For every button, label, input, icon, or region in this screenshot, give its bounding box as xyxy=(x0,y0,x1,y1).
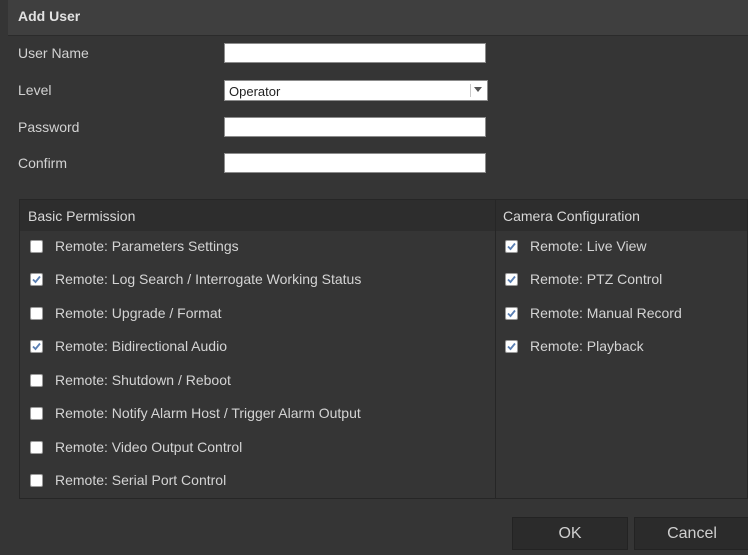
permission-header: Basic Permission Camera Configuration xyxy=(20,200,747,231)
permission-label: Remote: Notify Alarm Host / Trigger Alar… xyxy=(55,405,361,421)
checkmark-icon xyxy=(507,242,516,251)
cancel-button[interactable]: Cancel xyxy=(634,517,748,550)
permission-panel: Basic Permission Camera Configuration Re… xyxy=(19,199,748,499)
dialog-title-bar: Add User xyxy=(8,0,748,36)
checkmark-icon xyxy=(507,342,516,351)
permission-label: Remote: Parameters Settings xyxy=(55,238,239,254)
password-input[interactable] xyxy=(224,117,486,137)
checkmark-icon xyxy=(507,309,516,318)
checkbox[interactable] xyxy=(505,340,518,353)
permission-label: Remote: Upgrade / Format xyxy=(55,305,222,321)
checkbox[interactable] xyxy=(30,273,43,286)
checkbox[interactable] xyxy=(30,340,43,353)
checkmark-icon xyxy=(32,275,41,284)
level-select-value: Operator xyxy=(229,84,281,99)
checkbox[interactable] xyxy=(30,474,43,487)
permission-label: Remote: Log Search / Interrogate Working… xyxy=(55,271,362,287)
checkbox[interactable] xyxy=(30,441,43,454)
permission-label: Remote: Video Output Control xyxy=(55,439,243,455)
checkmark-icon xyxy=(507,275,516,284)
dialog-title: Add User xyxy=(18,8,81,24)
permission-label: Remote: Shutdown / Reboot xyxy=(55,372,231,388)
username-label: User Name xyxy=(18,45,89,61)
permission-label: Remote: Serial Port Control xyxy=(55,472,227,488)
checkbox[interactable] xyxy=(30,240,43,253)
level-select[interactable]: Operator xyxy=(224,80,488,101)
basic-permission-header: Basic Permission xyxy=(28,208,136,224)
password-label: Password xyxy=(18,119,80,135)
level-label: Level xyxy=(18,82,52,98)
confirm-label: Confirm xyxy=(18,155,68,171)
ok-button[interactable]: OK xyxy=(512,517,628,550)
permission-label: Remote: Live View xyxy=(530,238,647,254)
checkbox[interactable] xyxy=(505,240,518,253)
permission-label: Remote: Manual Record xyxy=(530,305,682,321)
username-input[interactable] xyxy=(224,43,486,63)
checkbox[interactable] xyxy=(505,307,518,320)
permission-label: Remote: Playback xyxy=(530,338,644,354)
checkbox[interactable] xyxy=(30,374,43,387)
permission-label: Remote: PTZ Control xyxy=(530,271,663,287)
checkbox[interactable] xyxy=(505,273,518,286)
checkmark-icon xyxy=(32,342,41,351)
permission-divider xyxy=(495,200,496,498)
chevron-down-icon[interactable] xyxy=(470,84,484,97)
checkbox[interactable] xyxy=(30,407,43,420)
permission-label: Remote: Bidirectional Audio xyxy=(55,338,227,354)
checkbox[interactable] xyxy=(30,307,43,320)
camera-configuration-header: Camera Configuration xyxy=(503,208,640,224)
confirm-input[interactable] xyxy=(224,153,486,173)
